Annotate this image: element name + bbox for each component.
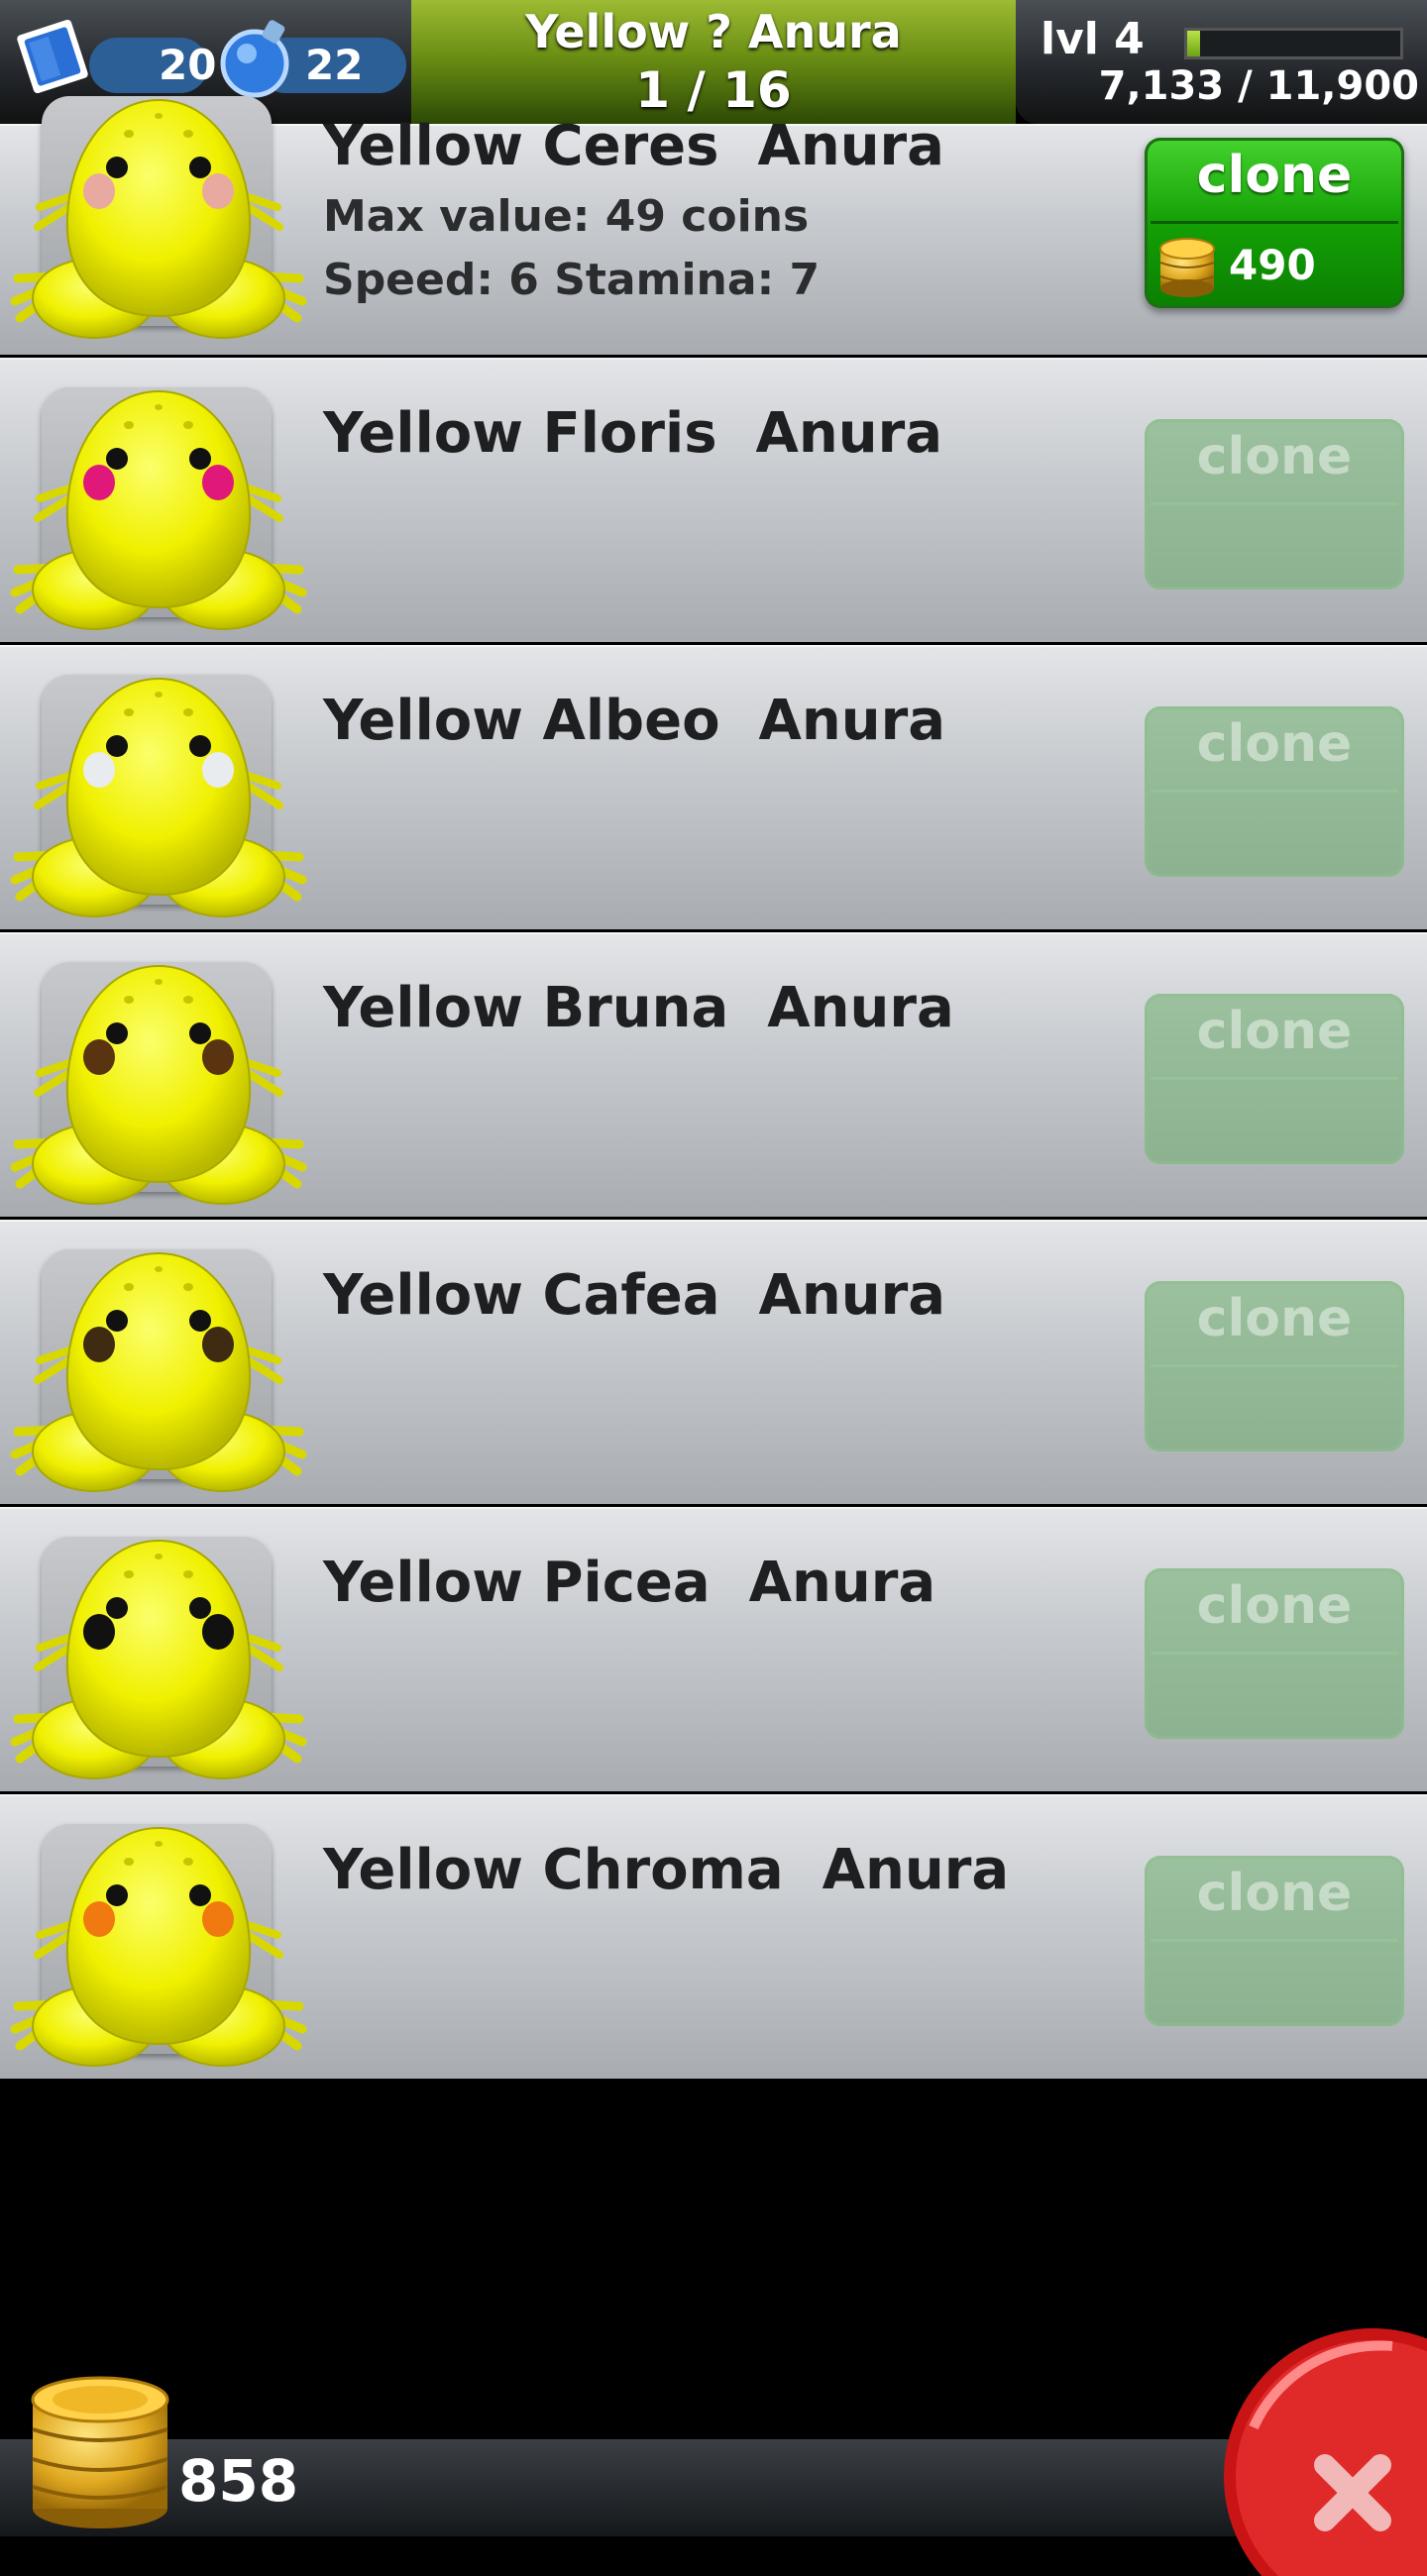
xp-progress-fill [1187, 31, 1200, 56]
frog-cheek [83, 752, 115, 788]
stamps-count: 20 [159, 41, 217, 89]
frog-cheek [202, 1614, 234, 1650]
button-divider [1151, 1652, 1398, 1655]
clone-button-label: clone [1196, 427, 1353, 486]
button-divider [1151, 502, 1398, 505]
frog-cheek [202, 1327, 234, 1362]
clone-price: 490 [1229, 241, 1316, 289]
xp-progress-bar [1184, 28, 1403, 59]
frog-name: Yellow Ceres Anura [323, 114, 944, 178]
frog-list[interactable]: Yellow Ceres Anura Max value: 49 coins Spe… [0, 124, 1427, 2082]
clone-button[interactable]: clone 490 [1145, 138, 1404, 308]
clone-button: clone [1145, 1568, 1404, 1739]
frog-stats: Speed: 6 Stamina: 7 [323, 255, 821, 305]
clone-button: clone [1145, 419, 1404, 590]
page-title: Yellow ? Anura 1 / 16 [411, 0, 1016, 124]
page-indicator: 1 / 16 [635, 61, 792, 119]
frog-icon [10, 954, 307, 1212]
frog-cheek [202, 465, 234, 500]
frog-cheek [202, 752, 234, 788]
gold-coin-stack-icon [31, 2376, 169, 2528]
frog-row: Yellow Ceres Anura Max value: 49 coins Spe… [0, 124, 1427, 355]
frog-row: Yellow Cafea Anura clone [0, 1220, 1427, 1504]
frog-cheek [83, 465, 115, 500]
frog-cheek [83, 1614, 115, 1650]
clone-button-label: clone [1196, 1864, 1353, 1923]
clone-button: clone [1145, 1856, 1404, 2026]
clone-button-label: clone [1196, 714, 1353, 774]
frog-cheek [202, 173, 234, 209]
button-divider [1151, 790, 1398, 793]
frog-cheek [202, 1901, 234, 1937]
frog-cheek [83, 1327, 115, 1362]
button-divider [1151, 1077, 1398, 1080]
frog-row: Yellow Floris Anura clone [0, 358, 1427, 642]
button-divider [1151, 1364, 1398, 1367]
frog-name: Yellow Albeo Anura [323, 689, 946, 753]
button-divider [1151, 221, 1398, 224]
clone-button: clone [1145, 706, 1404, 877]
level-label: lvl 4 [1041, 14, 1145, 64]
frog-row: Yellow Picea Anura clone [0, 1507, 1427, 1791]
frog-icon [10, 1529, 307, 1786]
category-title: Yellow ? Anura [525, 5, 902, 58]
frog-icon [10, 1241, 307, 1499]
clone-button-label: clone [1196, 1002, 1353, 1061]
frog-name: Yellow Chroma Anura [323, 1838, 1010, 1902]
frog-name: Yellow Picea Anura [323, 1551, 936, 1615]
frog-max-value: Max value: 49 coins [323, 191, 810, 242]
xp-text: 7,133 / 11,900 [1098, 63, 1419, 109]
frog-cheek [83, 1901, 115, 1937]
frog-cheek [83, 1039, 115, 1075]
frog-row: Yellow Chroma Anura clone [0, 1794, 1427, 2079]
close-button[interactable] [1214, 2318, 1427, 2576]
clone-button: clone [1145, 994, 1404, 1164]
clone-button-label: clone [1196, 1289, 1353, 1348]
frog-cheek [83, 173, 115, 209]
clone-button: clone [1145, 1281, 1404, 1451]
button-divider [1151, 1939, 1398, 1942]
frog-name: Yellow Bruna Anura [323, 976, 954, 1040]
stamps-counter[interactable]: 20 [89, 38, 216, 93]
frog-name: Yellow Floris Anura [323, 401, 943, 466]
frog-icon [10, 88, 307, 346]
blue-stamp-icon [17, 19, 88, 94]
clone-button-label: clone [1196, 146, 1353, 205]
frog-row: Yellow Albeo Anura clone [0, 645, 1427, 929]
frog-cheek [202, 1039, 234, 1075]
frog-icon [10, 1816, 307, 2074]
potions-count: 22 [305, 41, 364, 89]
gold-coin-icon [1159, 238, 1215, 297]
frog-icon [10, 379, 307, 637]
frog-icon [10, 667, 307, 924]
frog-row: Yellow Bruna Anura clone [0, 932, 1427, 1217]
clone-button-label: clone [1196, 1576, 1353, 1636]
frog-name: Yellow Cafea Anura [323, 1263, 945, 1328]
coin-balance: 858 [178, 2447, 299, 2515]
